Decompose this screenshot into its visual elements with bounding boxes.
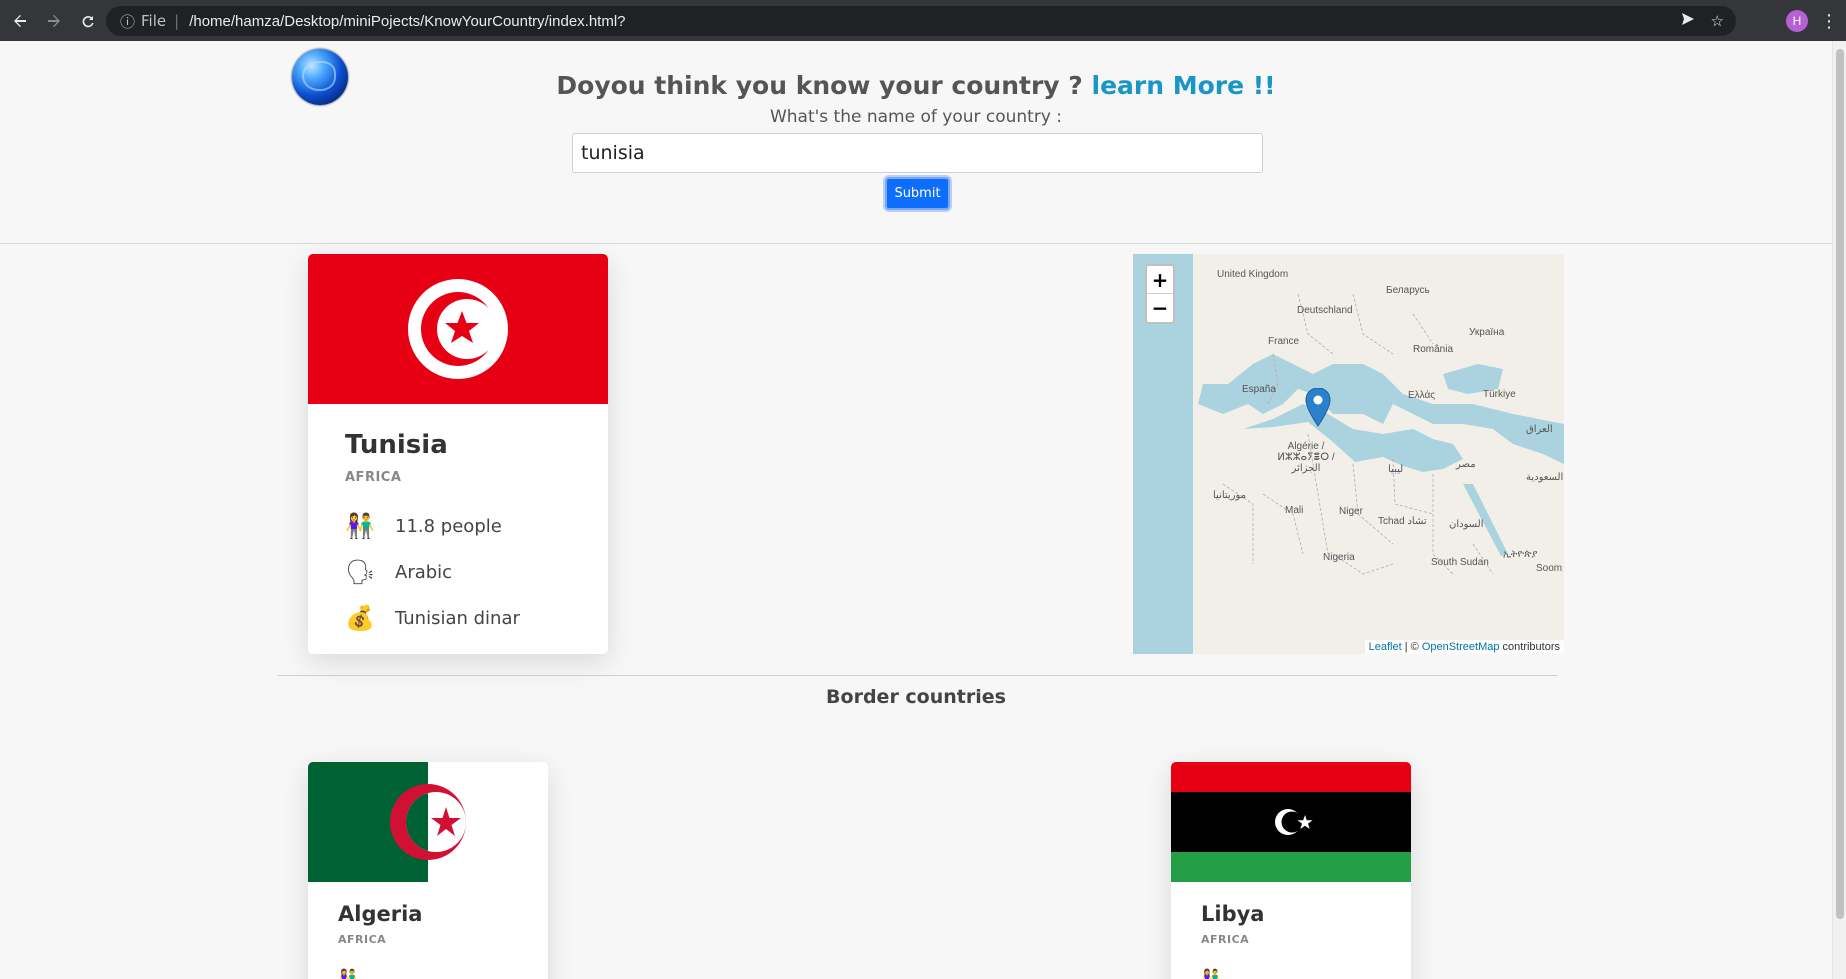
currency-value: Tunisian dinar bbox=[395, 607, 520, 629]
map-label: Україна bbox=[1469, 327, 1505, 338]
map-label: Soom bbox=[1536, 563, 1563, 574]
omnibox-separator: | bbox=[174, 12, 180, 30]
attribution-contributors: contributors bbox=[1499, 641, 1560, 653]
tunisia-flag bbox=[308, 254, 608, 404]
money-bag-icon: 💰 bbox=[345, 604, 375, 632]
map-label: Tchad تشاد bbox=[1378, 516, 1427, 527]
map-label: Nigeria bbox=[1323, 552, 1355, 563]
map-label: السعودية bbox=[1526, 472, 1564, 483]
submit-button[interactable]: Submit bbox=[885, 177, 950, 210]
forward-icon[interactable] bbox=[40, 7, 68, 35]
language-value: Arabic bbox=[395, 561, 453, 583]
map-label: France bbox=[1268, 336, 1300, 347]
send-icon[interactable] bbox=[1681, 12, 1695, 30]
map-label: România bbox=[1413, 344, 1454, 355]
border-country-name: Algeria bbox=[338, 902, 423, 926]
border-card-libya[interactable]: Libya AFRICA 👫 bbox=[1171, 762, 1411, 979]
profile-avatar[interactable]: H bbox=[1786, 10, 1808, 32]
url-text[interactable]: /home/hamza/Desktop/miniPojects/KnowYour… bbox=[189, 13, 625, 30]
map-label: Mali bbox=[1285, 505, 1304, 516]
map-label: South Sudan bbox=[1431, 557, 1489, 568]
map-label: مصر bbox=[1456, 459, 1476, 470]
libya-flag bbox=[1171, 762, 1411, 882]
map-label: ليبيا bbox=[1388, 464, 1404, 475]
algeria-flag bbox=[308, 762, 548, 882]
map-label: السودان bbox=[1449, 519, 1484, 530]
border-country-region: AFRICA bbox=[1201, 933, 1250, 946]
country-question-label: What's the name of your country : bbox=[769, 107, 1063, 127]
learn-more-link[interactable]: learn More !! bbox=[1092, 71, 1276, 100]
country-search-input[interactable] bbox=[572, 133, 1263, 173]
map-label: Türkiye bbox=[1483, 389, 1516, 400]
reload-icon[interactable] bbox=[74, 7, 102, 35]
map-label: Algérie / ⵍⵣⵣⴰⵢⴻⵔ / الجزائر bbox=[1277, 441, 1335, 474]
attribution-separator: | © bbox=[1401, 641, 1422, 653]
country-map[interactable]: + − United Kingdom Беларусь Deutschland … bbox=[1133, 254, 1564, 654]
border-card-algeria[interactable]: Algeria AFRICA 👫 bbox=[308, 762, 548, 979]
speaking-head-icon: 🗣 bbox=[345, 558, 376, 586]
border-countries-title: Border countries bbox=[826, 686, 1006, 708]
map-label: Беларусь bbox=[1386, 285, 1430, 296]
map-label: Ελλάς bbox=[1408, 390, 1436, 401]
country-region: AFRICA bbox=[345, 470, 402, 485]
back-icon[interactable] bbox=[6, 7, 34, 35]
browser-toolbar: ⓘ File | /home/hamza/Desktop/miniPojects… bbox=[0, 0, 1846, 41]
map-label: United Kingdom bbox=[1217, 269, 1289, 280]
zoom-out-button[interactable]: − bbox=[1147, 294, 1173, 322]
map-label: موريتانيا bbox=[1213, 490, 1247, 501]
population-value: 11.8 people bbox=[395, 515, 502, 537]
language-row: 🗣 Arabic bbox=[345, 558, 452, 586]
bookmark-star-icon[interactable]: ☆ bbox=[1711, 12, 1724, 30]
map-zoom-control: + − bbox=[1145, 264, 1175, 324]
country-card: Tunisia AFRICA 👫 11.8 people 🗣 Arabic 💰 … bbox=[308, 254, 608, 654]
map-attribution: Leaflet | © OpenStreetMap contributors bbox=[1364, 640, 1564, 654]
osm-link[interactable]: OpenStreetMap bbox=[1422, 641, 1500, 653]
people-icon: 👫 bbox=[345, 512, 375, 540]
currency-row: 💰 Tunisian dinar bbox=[345, 604, 520, 632]
menu-kebab-icon[interactable]: ⋮ bbox=[1820, 11, 1838, 32]
map-label: ኢትዮጵያ bbox=[1503, 549, 1538, 560]
people-icon: 👫 bbox=[338, 968, 358, 979]
section-divider bbox=[278, 675, 1558, 676]
headline-text: Doyou think you know your country ? bbox=[556, 71, 1083, 100]
file-label: File bbox=[141, 12, 167, 30]
page-headline: Doyou think you know your country ? lear… bbox=[0, 71, 1832, 100]
info-icon[interactable]: ⓘ bbox=[120, 11, 135, 32]
people-icon: 👫 bbox=[1201, 968, 1221, 979]
border-country-region: AFRICA bbox=[338, 933, 387, 946]
map-label: Niger bbox=[1339, 506, 1363, 517]
population-row: 👫 11.8 people bbox=[345, 512, 502, 540]
map-label: España bbox=[1242, 384, 1276, 395]
scrollbar-thumb[interactable] bbox=[1836, 49, 1844, 919]
page-scrollbar[interactable] bbox=[1832, 41, 1846, 979]
map-label: العراق bbox=[1526, 424, 1553, 435]
map-marker-icon[interactable] bbox=[1305, 388, 1331, 428]
leaflet-link[interactable]: Leaflet bbox=[1369, 641, 1402, 653]
search-header: Doyou think you know your country ? lear… bbox=[0, 41, 1832, 244]
border-country-name: Libya bbox=[1201, 902, 1265, 926]
address-bar[interactable]: ⓘ File | /home/hamza/Desktop/miniPojects… bbox=[106, 6, 1736, 36]
country-name: Tunisia bbox=[345, 430, 448, 460]
zoom-in-button[interactable]: + bbox=[1147, 266, 1173, 294]
map-label: Deutschland bbox=[1297, 305, 1353, 316]
